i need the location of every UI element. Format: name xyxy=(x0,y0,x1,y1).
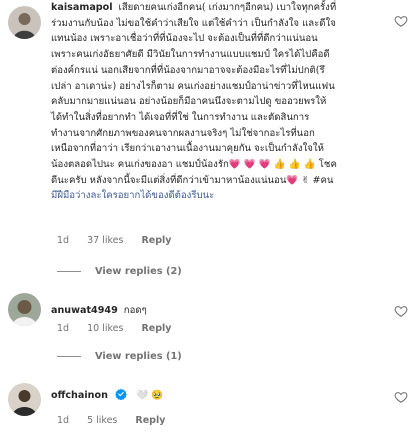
comment-text: offchainon 🤍 🥹 xyxy=(51,388,163,404)
comment-meta: 1d 37 likes Reply xyxy=(57,235,171,246)
avatar[interactable] xyxy=(8,293,41,326)
comment-text: kaisamapol เสียดายคนเก่งอีกคน( เก่งมากๆอี… xyxy=(51,0,337,204)
comment-line: น้องตลอดไปนะ คนเก่งของอา แชมป์น้องรัก💗 💗… xyxy=(51,159,337,171)
comment-line: ได้ทำในสิ่งที่อยากทำ ได้เจอที่ที่ใช่ ในก… xyxy=(51,111,310,123)
view-replies-divider xyxy=(57,271,81,272)
comment-anuwat4949: anuwat4949 กอดๆ 1d 10 likes Reply View re… xyxy=(0,288,416,368)
view-replies-label: View replies (2) xyxy=(95,266,182,277)
reply-button[interactable]: Reply xyxy=(141,235,171,246)
comment-time: 1d xyxy=(57,415,70,426)
reply-button[interactable]: Reply xyxy=(135,415,165,426)
comment-line: ทำงานจากศักยภาพของคนจากผลงานจริงๆ ไม่ใช่… xyxy=(51,127,315,139)
comment-kaisamapol: kaisamapol เสียดายคนเก่งอีกคน( เก่งมากๆอี… xyxy=(0,0,416,285)
comment-time: 1d xyxy=(57,235,70,246)
comment-line: ดีนะครับ หลังจากนี้จะมีแต่สิ่งที่ดีกว่าเ… xyxy=(51,174,334,186)
view-replies-divider xyxy=(57,356,81,357)
view-replies-button[interactable]: View replies (2) xyxy=(57,266,182,277)
avatar[interactable] xyxy=(8,383,41,416)
comment-text: anuwat4949 กอดๆ xyxy=(51,303,147,319)
heart-outline-icon[interactable] xyxy=(394,390,408,404)
comment-meta: 1d 10 likes Reply xyxy=(57,323,171,334)
avatar-image xyxy=(8,293,41,326)
comment-line: แทนน้อง เพราะอาเชื่อว่าที่ที่น้องจะไป จะ… xyxy=(51,33,318,45)
comment-line: เสียดายคนเก่งอีกคน( เก่งมากๆอีกคน) เบาใจ… xyxy=(118,2,337,13)
comment-line: เปล่า อาเดาน่ะ) อย่างไรก็ตาม คนเก่งอย่าง… xyxy=(51,80,335,92)
comment-line-hashtag[interactable]: มีฝีมือว่างละใครอยากได้ของดีต้องรีบนะ xyxy=(51,188,337,204)
comment-line: เพราะคนเก่งอัธยาศัยดี มีวินัยในการทำงานแ… xyxy=(51,49,330,61)
comment-content: กอดๆ xyxy=(123,305,147,316)
comment-content: 🤍 🥹 xyxy=(136,390,163,401)
avatar-image xyxy=(8,6,41,39)
comment-likes[interactable]: 37 likes xyxy=(87,235,123,246)
comment-line: คลับมากมายแน่นอน อย่างน้อยก็มีอาคนนึงจะต… xyxy=(51,96,327,108)
avatar[interactable] xyxy=(8,6,41,39)
comment-line: เหนือจากที่อาว่า เรียกว่าเอางานเนื้องานม… xyxy=(51,143,324,155)
comment-line: ต่องค์กรแน่ นอกเสียจากที่ที่น้องจากมาอาจ… xyxy=(51,64,325,76)
comment-likes[interactable]: 10 likes xyxy=(87,323,123,334)
avatar-image xyxy=(8,383,41,416)
comment-likes[interactable]: 5 likes xyxy=(87,415,117,426)
view-replies-button[interactable]: View replies (1) xyxy=(57,351,182,362)
verified-badge-icon xyxy=(115,388,127,400)
comment-username[interactable]: anuwat4949 xyxy=(51,305,118,316)
heart-outline-icon[interactable] xyxy=(394,304,408,318)
comment-username[interactable]: offchainon xyxy=(51,390,108,401)
comment-time: 1d xyxy=(57,323,70,334)
comment-meta: 1d 5 likes Reply xyxy=(57,415,165,426)
comment-line: ร่วมงานกับน้อง ไม่ขอใช้คำว่าเสียใจ แต่ใช… xyxy=(51,17,336,29)
reply-button[interactable]: Reply xyxy=(141,323,171,334)
comment-offchainon: offchainon 🤍 🥹 1d 5 likes Reply xyxy=(0,377,416,443)
comment-username[interactable]: kaisamapol xyxy=(51,2,113,13)
view-replies-label: View replies (1) xyxy=(95,351,182,362)
heart-outline-icon[interactable] xyxy=(394,14,408,28)
